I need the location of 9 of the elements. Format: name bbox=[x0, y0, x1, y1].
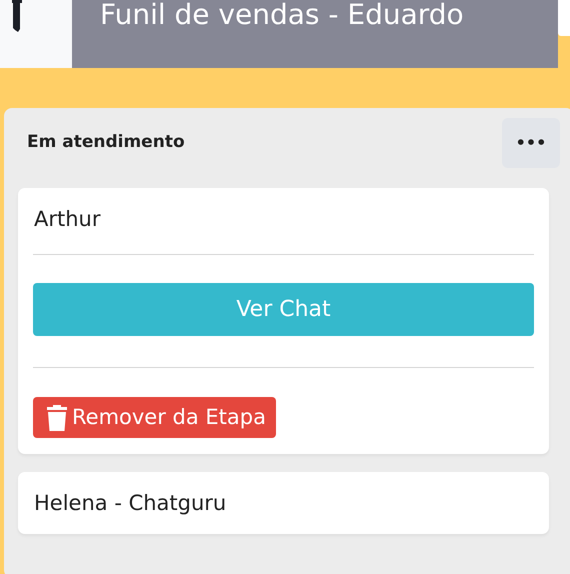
lead-name: Helena - Chatguru bbox=[33, 490, 228, 517]
lead-name: Arthur bbox=[33, 206, 102, 233]
lead-card[interactable]: Arthur Ver Chat Remover da Etapa bbox=[18, 188, 549, 454]
board-tab[interactable]: Funil de vendas - Eduardo bbox=[72, 0, 558, 68]
column-title: Em atendimento bbox=[27, 131, 185, 154]
lead-card[interactable]: Helena - Chatguru bbox=[18, 472, 549, 534]
more-button[interactable]: ••• bbox=[502, 118, 560, 168]
trash-icon bbox=[46, 404, 68, 432]
remove-button[interactable]: Remover da Etapa bbox=[33, 397, 276, 438]
